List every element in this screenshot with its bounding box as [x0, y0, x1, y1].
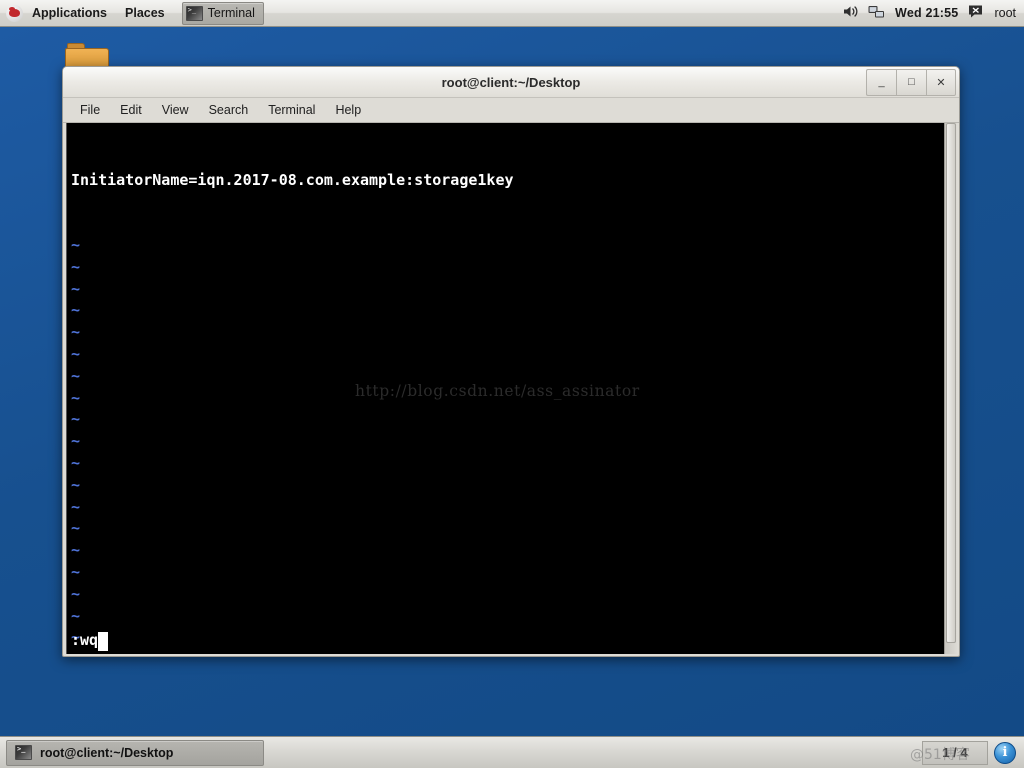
workspace-watermark: @51博客: [910, 746, 970, 763]
menu-help[interactable]: Help: [326, 101, 370, 119]
minimize-button[interactable]: _: [866, 68, 896, 96]
terminal-scroll-thumb[interactable]: [946, 123, 956, 644]
top-panel: Applications Places Terminal Wed 21:55: [0, 0, 1024, 27]
maximize-button[interactable]: □: [896, 68, 926, 96]
taskbar-item-label: root@client:~/Desktop: [40, 745, 174, 760]
menu-edit[interactable]: Edit: [111, 101, 151, 119]
menu-view[interactable]: View: [153, 101, 198, 119]
terminal-window[interactable]: root@client:~/Desktop _ □ ✕ File Edit Vi…: [62, 66, 960, 657]
menu-file[interactable]: File: [71, 101, 109, 119]
volume-speaker-icon[interactable]: [842, 4, 858, 22]
window-list-terminal-label: Terminal: [207, 6, 255, 20]
desktop-area[interactable]: root@client:~/Desktop _ □ ✕ File Edit Vi…: [0, 27, 1024, 736]
terminal-icon: [185, 5, 203, 21]
terminal-body[interactable]: InitiatorName=iqn.2017-08.com.example:st…: [66, 123, 957, 654]
window-titlebar[interactable]: root@client:~/Desktop _ □ ✕: [63, 67, 959, 98]
window-title: root@client:~/Desktop: [441, 74, 581, 90]
vim-command-text: :wq: [71, 631, 99, 650]
menu-search[interactable]: Search: [200, 101, 258, 119]
terminal-scrollbar[interactable]: [944, 123, 957, 654]
clock[interactable]: Wed 21:55: [895, 6, 958, 20]
network-icon[interactable]: [868, 4, 885, 22]
terminal-screen[interactable]: InitiatorName=iqn.2017-08.com.example:st…: [67, 123, 944, 654]
watermark-text: http://blog.csdn.net/ass_assinator: [355, 382, 640, 400]
redhat-logo-icon[interactable]: [6, 4, 23, 22]
window-controls: _ □ ✕: [866, 67, 959, 98]
window-list-terminal-button[interactable]: Terminal: [181, 1, 264, 25]
places-menu[interactable]: Places: [116, 1, 174, 26]
close-button[interactable]: ✕: [926, 68, 956, 96]
vim-command-line: :wq: [71, 630, 109, 652]
user-menu[interactable]: root: [994, 6, 1016, 20]
menu-bar: File Edit View Search Terminal Help: [63, 98, 959, 123]
terminal-first-line: InitiatorName=iqn.2017-08.com.example:st…: [71, 170, 514, 189]
workspace-switcher[interactable]: 1 / 4 @51博客 i: [910, 740, 1020, 765]
bottom-panel: root@client:~/Desktop 1 / 4 @51博客 i: [0, 736, 1024, 768]
vim-empty-lines: ~ ~ ~ ~ ~ ~ ~ ~ ~ ~ ~ ~ ~ ~ ~ ~ ~ ~ ~ ~ …: [71, 235, 81, 654]
applications-menu[interactable]: Applications: [23, 1, 116, 26]
menu-terminal[interactable]: Terminal: [259, 101, 324, 119]
terminal-icon: [15, 745, 32, 760]
taskbar-item-terminal[interactable]: root@client:~/Desktop: [6, 739, 264, 766]
system-tray: Wed 21:55 root: [842, 4, 1024, 22]
terminal-cursor: [98, 631, 109, 651]
message-balloon-icon[interactable]: [968, 4, 984, 22]
